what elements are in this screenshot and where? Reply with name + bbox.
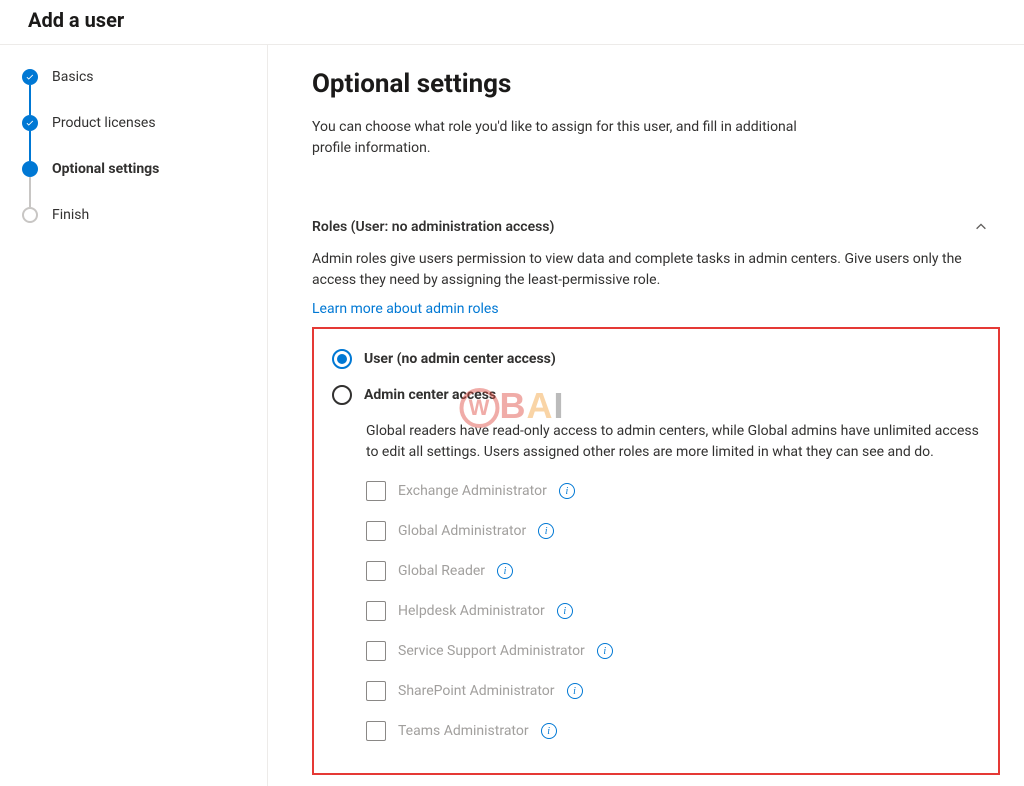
role-helpdesk-admin[interactable]: Helpdesk Administrator i — [366, 601, 980, 621]
pending-step-icon — [22, 207, 38, 223]
page-title: Add a user — [28, 8, 1024, 32]
roles-highlight-box: User (no admin center access) Admin cent… — [312, 327, 1000, 775]
checkbox-icon[interactable] — [366, 561, 386, 581]
section-heading: Optional settings — [312, 69, 1000, 99]
role-sharepoint-admin[interactable]: SharePoint Administrator i — [366, 681, 980, 701]
role-label: Global Reader — [398, 563, 485, 579]
step-label: Finish — [52, 207, 89, 223]
step-licenses[interactable]: Product licenses — [22, 115, 267, 161]
info-icon[interactable]: i — [559, 483, 575, 499]
role-global-reader[interactable]: Global Reader i — [366, 561, 980, 581]
role-label: Global Administrator — [398, 523, 526, 539]
content-container: Basics Product licenses Optional setting… — [0, 45, 1024, 786]
role-label: Exchange Administrator — [398, 483, 547, 499]
info-icon[interactable]: i — [538, 523, 554, 539]
role-teams-admin[interactable]: Teams Administrator i — [366, 721, 980, 741]
radio-label: User (no admin center access) — [364, 351, 556, 367]
roles-description: Admin roles give users permission to vie… — [312, 249, 992, 291]
role-exchange-admin[interactable]: Exchange Administrator i — [366, 481, 980, 501]
admin-access-description: Global readers have read-only access to … — [366, 421, 980, 463]
wizard-sidebar: Basics Product licenses Optional setting… — [0, 45, 268, 786]
radio-icon — [332, 349, 352, 369]
connector-line — [29, 177, 31, 207]
radio-icon — [332, 385, 352, 405]
checkbox-icon[interactable] — [366, 641, 386, 661]
checkbox-icon[interactable] — [366, 521, 386, 541]
roles-header-label: Roles (User: no administration access) — [312, 219, 554, 235]
learn-more-link[interactable]: Learn more about admin roles — [312, 301, 499, 317]
info-icon[interactable]: i — [541, 723, 557, 739]
info-icon[interactable]: i — [597, 643, 613, 659]
step-label: Optional settings — [52, 161, 159, 177]
main-panel: Optional settings You can choose what ro… — [268, 45, 1024, 786]
chevron-up-icon — [974, 220, 988, 234]
connector-line — [29, 85, 31, 115]
checkbox-icon[interactable] — [366, 601, 386, 621]
role-service-support-admin[interactable]: Service Support Administrator i — [366, 641, 980, 661]
step-optional[interactable]: Optional settings — [22, 161, 267, 207]
page-header: Add a user — [0, 0, 1024, 45]
radio-user-no-admin[interactable]: User (no admin center access) — [332, 349, 980, 369]
info-icon[interactable]: i — [557, 603, 573, 619]
check-icon — [22, 69, 38, 85]
checkbox-icon[interactable] — [366, 721, 386, 741]
info-icon[interactable]: i — [567, 683, 583, 699]
radio-label: Admin center access — [364, 387, 496, 403]
role-label: Teams Administrator — [398, 723, 529, 739]
role-label: Service Support Administrator — [398, 643, 585, 659]
check-icon — [22, 115, 38, 131]
role-global-admin[interactable]: Global Administrator i — [366, 521, 980, 541]
step-label: Basics — [52, 69, 94, 85]
section-subtitle: You can choose what role you'd like to a… — [312, 117, 832, 159]
radio-admin-access[interactable]: Admin center access — [332, 385, 980, 405]
role-label: Helpdesk Administrator — [398, 603, 545, 619]
step-basics[interactable]: Basics — [22, 69, 267, 115]
checkbox-icon[interactable] — [366, 481, 386, 501]
connector-line — [29, 131, 31, 161]
role-label: SharePoint Administrator — [398, 683, 555, 699]
info-icon[interactable]: i — [497, 563, 513, 579]
step-label: Product licenses — [52, 115, 156, 131]
current-step-icon — [22, 161, 38, 177]
roles-accordion-header[interactable]: Roles (User: no administration access) — [312, 219, 1000, 235]
step-finish[interactable]: Finish — [22, 207, 267, 223]
admin-roles-list: Exchange Administrator i Global Administ… — [366, 481, 980, 741]
checkbox-icon[interactable] — [366, 681, 386, 701]
